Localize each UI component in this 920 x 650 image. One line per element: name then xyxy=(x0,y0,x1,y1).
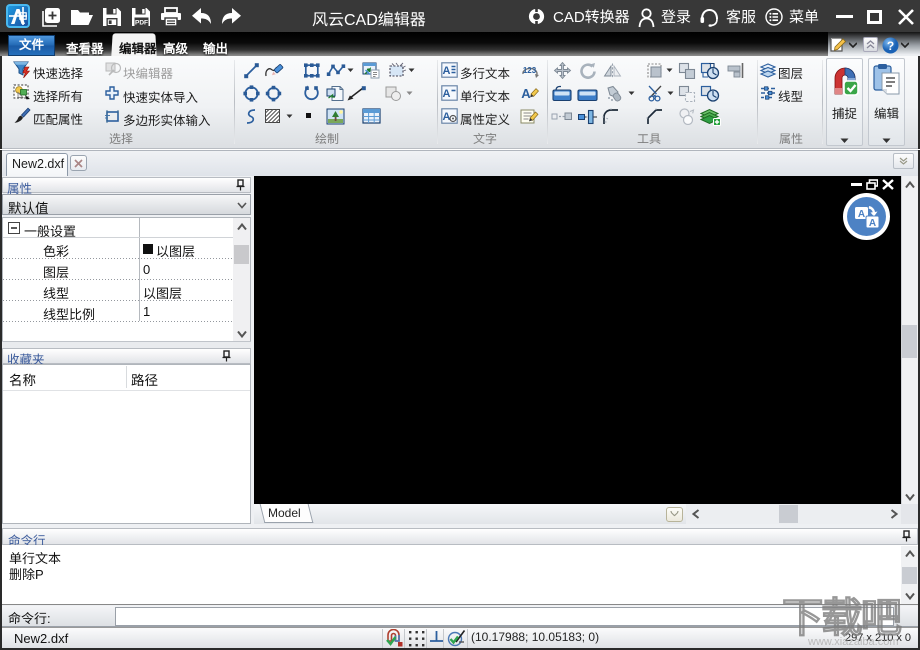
svg-text:A: A xyxy=(521,86,531,101)
svg-text:?: ? xyxy=(887,39,894,53)
svg-text:A: A xyxy=(443,111,451,123)
svg-text:A: A xyxy=(443,88,451,100)
svg-text:PDF: PDF xyxy=(135,20,148,27)
svg-text:A: A xyxy=(443,65,451,77)
svg-text:123: 123 xyxy=(523,66,537,75)
svg-text:A: A xyxy=(869,218,876,229)
svg-text:A: A xyxy=(858,209,865,220)
